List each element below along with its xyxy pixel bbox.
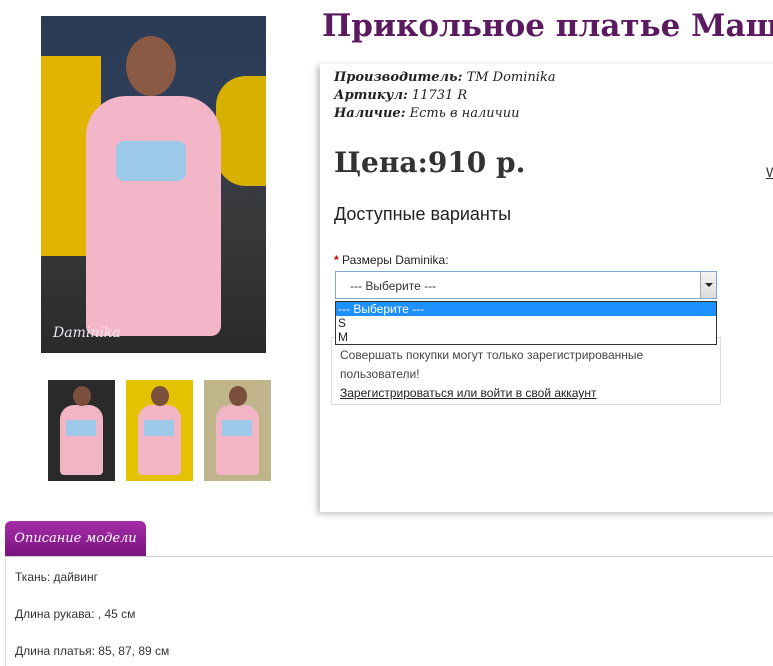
product-thumbnail-1[interactable] [48, 380, 115, 481]
login-notice: Совершать покупки могут только зарегистр… [331, 337, 721, 405]
product-info-panel: Производитель: TM Dominika Артикул: 1173… [320, 64, 773, 512]
sku-row: Артикул: 11731 R [334, 88, 467, 103]
description-fabric: Ткань: дайвинг [15, 570, 98, 584]
size-label-text: Размеры Daminika: [342, 253, 449, 267]
side-link[interactable]: W [766, 164, 773, 180]
image-model-head [126, 36, 176, 96]
manufacturer-label: Производитель: [334, 70, 463, 85]
size-dropdown-list[interactable]: --- Выберите --- S M [335, 301, 717, 345]
image-dress [86, 96, 221, 336]
register-login-link[interactable]: Зарегистрироваться или войти в свой акка… [340, 386, 596, 400]
description-sleeve-length: Длина рукава: , 45 см [15, 607, 136, 621]
product-price: Цена:910 р. [334, 146, 526, 179]
availability-value: Есть в наличии [409, 106, 520, 121]
size-option-label: * Размеры Daminika: [334, 253, 449, 267]
image-dress-bow [116, 141, 186, 181]
product-title: Прикольное платье Маша [322, 8, 773, 44]
image-background-car [216, 76, 266, 186]
product-thumbnail-2[interactable] [126, 380, 193, 481]
description-content: Ткань: дайвинг Длина рукава: , 45 см Дли… [5, 556, 773, 666]
manufacturer-row: Производитель: TM Dominika [334, 70, 556, 85]
dropdown-option-choose[interactable]: --- Выберите --- [336, 302, 716, 316]
image-watermark-logo: Daminika [53, 325, 121, 341]
product-main-image[interactable]: Daminika [41, 16, 266, 353]
sku-label: Артикул: [334, 88, 408, 103]
dropdown-option-m[interactable]: M [336, 330, 716, 344]
size-select[interactable]: --- Выберите --- [335, 271, 717, 299]
availability-row: Наличие: Есть в наличии [334, 106, 519, 121]
description-dress-length: Длина платья: 85, 87, 89 см [15, 644, 170, 658]
chevron-down-icon[interactable] [700, 272, 716, 298]
manufacturer-value: TM Dominika [466, 70, 556, 85]
sku-value: 11731 R [411, 88, 468, 103]
options-heading: Доступные варианты [334, 204, 512, 224]
tab-description[interactable]: Описание модели [5, 521, 146, 556]
description-tabs: Описание модели Ткань: дайвинг Длина рук… [5, 521, 773, 666]
dropdown-option-s[interactable]: S [336, 316, 716, 330]
product-thumbnail-3[interactable] [204, 380, 271, 481]
login-notice-text: Совершать покупки могут только зарегистр… [340, 348, 644, 381]
availability-label: Наличие: [334, 106, 406, 121]
required-marker: * [334, 253, 339, 267]
size-select-value: --- Выберите --- [350, 279, 437, 293]
